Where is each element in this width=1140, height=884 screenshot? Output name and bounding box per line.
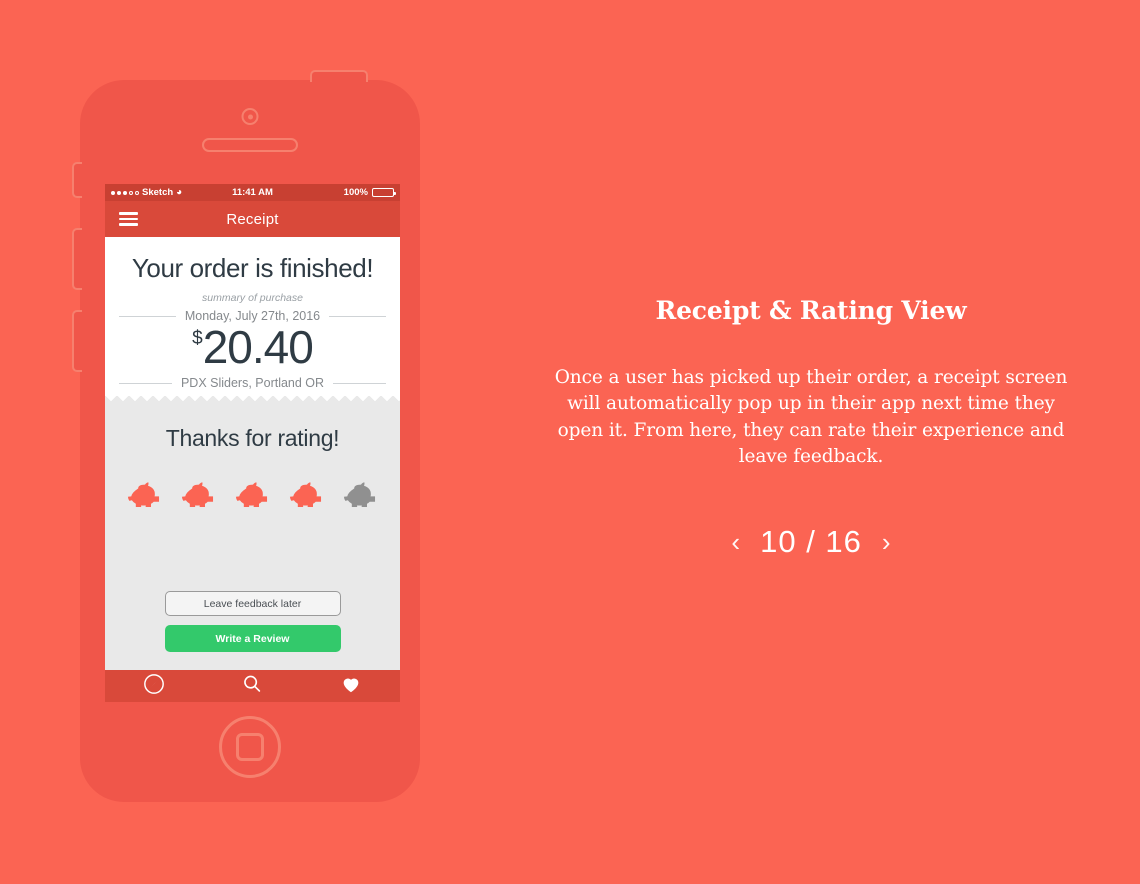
piggy-bank-icon[interactable] — [123, 476, 167, 510]
divider-line-left — [119, 315, 176, 317]
pagination: ‹ 10 / 16 › — [540, 524, 1082, 560]
search-icon — [241, 673, 263, 700]
tab-item-explore[interactable] — [105, 673, 203, 700]
wifi-icon: ◕ — [176, 186, 183, 198]
hamburger-menu-icon[interactable] — [119, 212, 138, 226]
tab-item-search[interactable] — [203, 673, 301, 700]
receipt-tear-edge — [105, 396, 400, 408]
info-panel: Receipt & Rating View Once a user has pi… — [540, 296, 1082, 560]
piggy-bank-icon[interactable] — [339, 476, 383, 510]
phone-power-button[interactable] — [310, 70, 368, 82]
phone-earpiece-speaker — [202, 138, 298, 152]
receipt-merchant: PDX Sliders, Portland OR — [180, 376, 325, 391]
battery-icon — [371, 188, 396, 197]
amount-value: 20.40 — [202, 321, 314, 374]
phone-home-button[interactable] — [219, 716, 281, 778]
receipt-subtitle: summary of purchase — [202, 292, 303, 305]
nav-bar: Receipt — [105, 201, 400, 237]
carrier-label: Sketch — [142, 187, 174, 198]
phone-mockup: Sketch ◕ 11:41 AM 100% Receipt Your orde… — [72, 70, 420, 802]
phone-silent-switch[interactable] — [72, 162, 82, 198]
phone-front-camera-icon — [241, 108, 259, 125]
divider-line-right — [333, 382, 387, 384]
nav-title: Receipt — [226, 210, 279, 228]
piggy-bank-icon[interactable] — [285, 476, 329, 510]
piggy-bank-icon[interactable] — [231, 476, 275, 510]
receipt-amount: $ 20.40 — [119, 324, 386, 370]
signal-strength-icon — [111, 190, 139, 195]
write-a-review-button[interactable]: Write a Review — [164, 625, 341, 652]
chevron-left-icon[interactable]: ‹ — [731, 529, 740, 555]
rating-headline: Thanks for rating! — [165, 425, 340, 452]
receipt-headline: Your order is finished! — [131, 253, 374, 283]
divider-line-right — [329, 315, 386, 317]
status-bar-time: 11:41 AM — [232, 187, 273, 198]
divider-line-left — [119, 382, 172, 384]
status-bar-left: Sketch ◕ — [111, 187, 204, 198]
phone-volume-up-button[interactable] — [72, 228, 82, 290]
status-bar-right: 100% — [301, 187, 396, 198]
currency-symbol: $ — [192, 328, 203, 350]
tab-item-favorites[interactable] — [302, 673, 400, 700]
page-description: Once a user has picked up their order, a… — [554, 367, 1068, 467]
chevron-right-icon[interactable]: › — [882, 529, 891, 555]
phone-screen: Sketch ◕ 11:41 AM 100% Receipt Your orde… — [105, 184, 400, 702]
receipt-merchant-row: PDX Sliders, Portland OR — [119, 376, 387, 391]
tab-bar — [105, 670, 400, 702]
compass-navigation-icon — [143, 673, 165, 700]
phone-volume-down-button[interactable] — [72, 310, 82, 372]
leave-feedback-later-button[interactable]: Leave feedback later — [164, 591, 341, 616]
receipt-summary: Your order is finished! summary of purch… — [105, 237, 400, 397]
page-title: Receipt & Rating View — [655, 296, 967, 325]
piggy-bank-icon[interactable] — [177, 476, 221, 510]
rating-section: Thanks for rating! Leave feedback later … — [105, 407, 400, 670]
page-counter: 10 / 16 — [760, 524, 862, 560]
rating-pig-row[interactable] — [123, 476, 383, 510]
battery-percent-label: 100% — [343, 187, 368, 198]
rating-actions: Leave feedback later Write a Review — [164, 591, 341, 652]
heart-icon — [340, 673, 362, 700]
status-bar: Sketch ◕ 11:41 AM 100% — [105, 184, 400, 201]
